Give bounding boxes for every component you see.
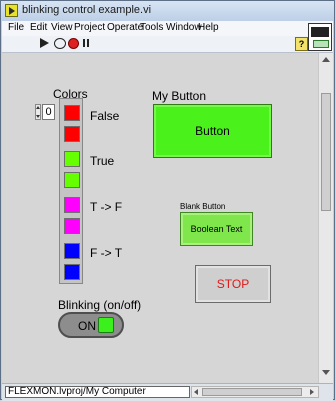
color-swatch[interactable] [64, 218, 80, 234]
vertical-scrollbar[interactable] [318, 53, 333, 383]
colors-array [59, 98, 83, 284]
menu-tools[interactable]: Tools [140, 22, 163, 33]
scroll-thumb[interactable] [321, 93, 331, 211]
menu-help[interactable]: Help [198, 22, 219, 33]
blinking-state-text: ON [78, 319, 96, 333]
my-button[interactable]: Button [153, 104, 272, 158]
menu-project[interactable]: Project [74, 22, 105, 33]
menu-window[interactable]: Window [166, 22, 202, 33]
color-swatch[interactable] [64, 264, 80, 280]
color-pair-label-true: True [90, 154, 115, 168]
array-index-control[interactable]: 0 [35, 104, 55, 120]
labview-vi-icon [5, 4, 18, 17]
blinking-toggle[interactable]: ON [58, 312, 124, 338]
horizontal-scroll-thumb[interactable] [202, 388, 302, 396]
color-swatch[interactable] [64, 151, 80, 167]
project-path: FLEXMON.lvproj/My Computer [5, 386, 190, 398]
color-pair-label-false: False [90, 109, 120, 123]
blank-button[interactable]: Boolean Text [180, 212, 253, 246]
blinking-led [98, 317, 114, 333]
run-arrow-icon[interactable] [38, 37, 51, 50]
title-bar[interactable]: blinking control example.vi [1, 1, 334, 21]
color-swatch[interactable] [64, 126, 80, 142]
color-swatch[interactable] [64, 105, 80, 121]
window-title: blinking control example.vi [22, 4, 152, 16]
color-swatch[interactable] [64, 172, 80, 188]
color-pair-label-t-to-f: T -> F [90, 200, 123, 214]
menu-edit[interactable]: Edit [30, 22, 47, 33]
help-icon[interactable]: ? [295, 37, 308, 51]
window: blinking control example.vi File Edit Vi… [0, 0, 335, 401]
scroll-down-icon[interactable] [321, 368, 331, 378]
menu-view[interactable]: View [51, 22, 73, 33]
horizontal-scrollbar[interactable] [191, 386, 319, 398]
my-button-label: My Button [152, 89, 207, 103]
blinking-label: Blinking (on/off) [58, 298, 142, 312]
abort-icon[interactable] [67, 37, 80, 50]
run-continuously-icon[interactable] [53, 37, 66, 50]
blank-button-label: Blank Button [180, 202, 226, 211]
index-increment-decrement[interactable] [35, 104, 41, 120]
scroll-up-icon[interactable] [321, 55, 331, 65]
index-value[interactable]: 0 [42, 104, 55, 120]
color-pair-label-f-to-t: F -> T [90, 246, 123, 260]
front-panel: Colors 0 False True T -> F F -> T My But… [2, 53, 318, 383]
menu-operate[interactable]: Operate [107, 22, 143, 33]
pause-icon[interactable] [80, 37, 93, 50]
menu-file[interactable]: File [8, 22, 24, 33]
vi-connector-icon[interactable] [308, 23, 332, 51]
color-swatch[interactable] [64, 197, 80, 213]
toolbar: ? [2, 36, 333, 53]
status-bar: FLEXMON.lvproj/My Computer [2, 383, 333, 401]
menu-bar: File Edit View Project Operate Tools Win… [2, 21, 333, 36]
stop-button[interactable]: STOP [195, 265, 271, 303]
color-swatch[interactable] [64, 243, 80, 259]
